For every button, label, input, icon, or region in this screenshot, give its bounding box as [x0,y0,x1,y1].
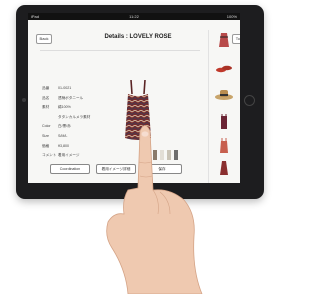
pointing-hand-image [106,125,203,294]
